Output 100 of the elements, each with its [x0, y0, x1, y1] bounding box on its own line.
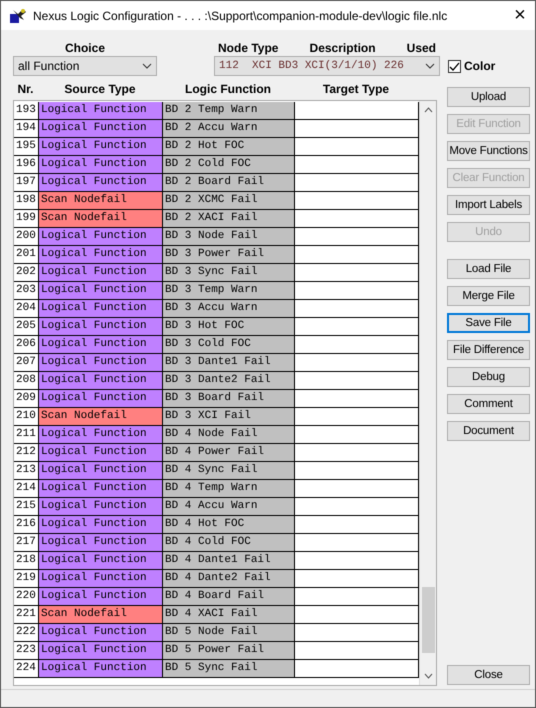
- target-cell[interactable]: [295, 318, 419, 336]
- function-cell[interactable]: BD 3 Accu Warn: [163, 300, 295, 318]
- function-cell[interactable]: BD 3 Hot FOC: [163, 318, 295, 336]
- source-cell[interactable]: Logical Function: [39, 228, 163, 246]
- target-cell[interactable]: [295, 408, 419, 426]
- function-cell[interactable]: BD 3 Temp Warn: [163, 282, 295, 300]
- function-cell[interactable]: BD 5 Sync Fail: [163, 660, 295, 678]
- function-cell[interactable]: BD 4 Sync Fail: [163, 462, 295, 480]
- source-cell[interactable]: Logical Function: [39, 426, 163, 444]
- source-cell[interactable]: Logical Function: [39, 246, 163, 264]
- scroll-down-icon[interactable]: [424, 673, 432, 679]
- node-dropdown[interactable]: 112 XCI BD3 XCI(3/1/10) 226: [214, 56, 440, 76]
- source-cell[interactable]: Logical Function: [39, 642, 163, 660]
- function-cell[interactable]: BD 4 Accu Warn: [163, 498, 295, 516]
- source-cell[interactable]: Logical Function: [39, 336, 163, 354]
- source-cell[interactable]: Logical Function: [39, 138, 163, 156]
- source-cell[interactable]: Logical Function: [39, 624, 163, 642]
- target-cell[interactable]: [295, 156, 419, 174]
- source-cell[interactable]: Logical Function: [39, 588, 163, 606]
- target-cell[interactable]: [295, 246, 419, 264]
- target-cell[interactable]: [295, 138, 419, 156]
- scrollbar[interactable]: [419, 101, 436, 685]
- source-cell[interactable]: Logical Function: [39, 264, 163, 282]
- function-cell[interactable]: BD 4 Hot FOC: [163, 516, 295, 534]
- action-button[interactable]: Merge File: [447, 286, 530, 306]
- function-cell[interactable]: BD 4 Power Fail: [163, 444, 295, 462]
- source-cell[interactable]: Logical Function: [39, 102, 163, 120]
- function-cell[interactable]: BD 4 XACI Fail: [163, 606, 295, 624]
- function-cell[interactable]: BD 3 Power Fail: [163, 246, 295, 264]
- close-icon[interactable]: ×: [505, 4, 535, 27]
- action-button[interactable]: File Difference: [447, 340, 530, 360]
- function-cell[interactable]: BD 2 Temp Warn: [163, 102, 295, 120]
- function-cell[interactable]: BD 3 Sync Fail: [163, 264, 295, 282]
- target-cell[interactable]: [295, 120, 419, 138]
- function-cell[interactable]: BD 4 Node Fail: [163, 426, 295, 444]
- source-cell[interactable]: Logical Function: [39, 390, 163, 408]
- function-cell[interactable]: BD 4 Temp Warn: [163, 480, 295, 498]
- target-cell[interactable]: [295, 228, 419, 246]
- target-cell[interactable]: [295, 336, 419, 354]
- function-cell[interactable]: BD 3 Dante2 Fail: [163, 372, 295, 390]
- source-cell[interactable]: Logical Function: [39, 282, 163, 300]
- function-cell[interactable]: BD 2 Cold FOC: [163, 156, 295, 174]
- action-button[interactable]: Save File: [447, 313, 530, 333]
- action-button[interactable]: Upload: [447, 87, 530, 107]
- target-cell[interactable]: [295, 498, 419, 516]
- target-cell[interactable]: [295, 534, 419, 552]
- target-cell[interactable]: [295, 462, 419, 480]
- target-cell[interactable]: [295, 480, 419, 498]
- source-cell[interactable]: Logical Function: [39, 516, 163, 534]
- target-cell[interactable]: [295, 606, 419, 624]
- action-button[interactable]: Comment: [447, 394, 530, 414]
- source-cell[interactable]: Logical Function: [39, 498, 163, 516]
- target-cell[interactable]: [295, 426, 419, 444]
- target-cell[interactable]: [295, 390, 419, 408]
- close-button[interactable]: Close: [447, 665, 530, 685]
- source-cell[interactable]: Logical Function: [39, 372, 163, 390]
- function-cell[interactable]: BD 2 XCMC Fail: [163, 192, 295, 210]
- action-button[interactable]: Move Functions: [447, 141, 530, 161]
- source-cell[interactable]: Logical Function: [39, 174, 163, 192]
- function-cell[interactable]: BD 2 Board Fail: [163, 174, 295, 192]
- source-cell[interactable]: Scan Nodefail: [39, 192, 163, 210]
- scrollbar-thumb[interactable]: [422, 587, 434, 653]
- action-button[interactable]: Load File: [447, 259, 530, 279]
- function-cell[interactable]: BD 3 Board Fail: [163, 390, 295, 408]
- function-cell[interactable]: BD 4 Dante2 Fail: [163, 570, 295, 588]
- function-cell[interactable]: BD 3 Node Fail: [163, 228, 295, 246]
- source-cell[interactable]: Logical Function: [39, 660, 163, 678]
- target-cell[interactable]: [295, 552, 419, 570]
- target-cell[interactable]: [295, 192, 419, 210]
- source-cell[interactable]: Logical Function: [39, 120, 163, 138]
- target-cell[interactable]: [295, 282, 419, 300]
- function-cell[interactable]: BD 3 Dante1 Fail: [163, 354, 295, 372]
- source-cell[interactable]: Logical Function: [39, 534, 163, 552]
- action-button[interactable]: Document: [447, 421, 530, 441]
- target-cell[interactable]: [295, 300, 419, 318]
- scroll-up-icon[interactable]: [424, 107, 432, 113]
- function-cell[interactable]: BD 5 Node Fail: [163, 624, 295, 642]
- target-cell[interactable]: [295, 570, 419, 588]
- function-cell[interactable]: BD 3 XCI Fail: [163, 408, 295, 426]
- target-cell[interactable]: [295, 660, 419, 678]
- target-cell[interactable]: [295, 624, 419, 642]
- target-cell[interactable]: [295, 102, 419, 120]
- source-cell[interactable]: Logical Function: [39, 354, 163, 372]
- function-cell[interactable]: BD 2 Accu Warn: [163, 120, 295, 138]
- function-cell[interactable]: BD 4 Cold FOC: [163, 534, 295, 552]
- function-cell[interactable]: BD 3 Cold FOC: [163, 336, 295, 354]
- target-cell[interactable]: [295, 264, 419, 282]
- color-checkbox[interactable]: [448, 60, 461, 72]
- function-cell[interactable]: BD 4 Dante1 Fail: [163, 552, 295, 570]
- function-cell[interactable]: BD 2 Hot FOC: [163, 138, 295, 156]
- choice-dropdown[interactable]: all Function: [13, 56, 157, 76]
- source-cell[interactable]: Scan Nodefail: [39, 606, 163, 624]
- target-cell[interactable]: [295, 588, 419, 606]
- target-cell[interactable]: [295, 444, 419, 462]
- source-cell[interactable]: Scan Nodefail: [39, 210, 163, 228]
- source-cell[interactable]: Logical Function: [39, 318, 163, 336]
- source-cell[interactable]: Logical Function: [39, 300, 163, 318]
- target-cell[interactable]: [295, 354, 419, 372]
- source-cell[interactable]: Logical Function: [39, 462, 163, 480]
- target-cell[interactable]: [295, 210, 419, 228]
